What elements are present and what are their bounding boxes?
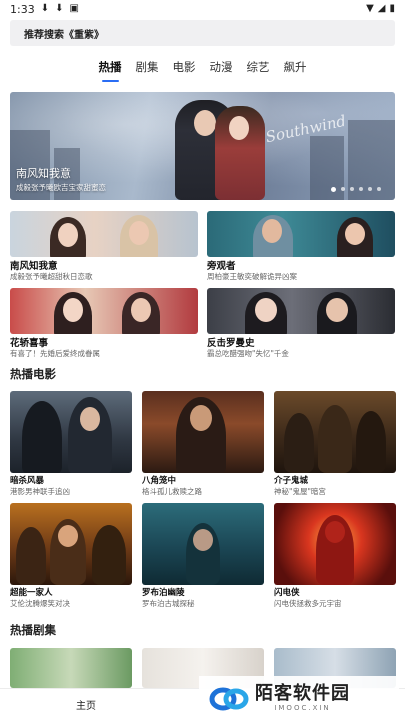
category-tabs: 热播 剧集 电影 动漫 综艺 飙升: [0, 58, 405, 82]
carousel-dots: [331, 187, 381, 192]
featured-desc: 成毅张予曦超甜秋日恋歌: [10, 272, 93, 281]
nav-home[interactable]: 主页: [76, 697, 96, 712]
search-placeholder: 推荐搜索《重紫》: [24, 29, 104, 41]
watermark-brand: 陌客软件园: [255, 683, 350, 704]
banner-subtitle: 成毅张予曦欧吉宝家甜蜜恋: [16, 183, 106, 192]
movie-title: 罗布泊幽陵: [142, 588, 185, 598]
featured-row: 花轿喜事 有喜了！先婚后爱终成眷属 反击罗曼史 霸总吃醋强吻"失忆"千金: [10, 288, 395, 359]
featured-thumbnail: [207, 288, 395, 334]
series-card[interactable]: [10, 648, 132, 688]
download-icon: ⬇: [55, 3, 64, 14]
movie-title: 介子鬼城: [274, 476, 309, 486]
tab-anime[interactable]: 动漫: [203, 58, 240, 82]
movie-desc: 港影男神联手追凶: [10, 487, 70, 496]
featured-card[interactable]: 南风知我意 成毅张予曦超甜秋日恋歌: [10, 211, 198, 282]
movie-title: 暗杀风暴: [10, 476, 45, 486]
movie-desc: 神秘"鬼屋"暗宫: [274, 487, 326, 496]
movie-desc: 艾伦沈腾爆笑对决: [10, 599, 70, 608]
movie-card[interactable]: 暗杀风暴 港影男神联手追凶: [10, 391, 132, 497]
download-icon: ⬇: [40, 3, 50, 14]
tab-variety[interactable]: 综艺: [240, 58, 277, 82]
status-time: 1:33: [10, 2, 35, 16]
tab-hot[interactable]: 热播: [92, 58, 129, 82]
watermark-domain: IMOOC.XIN: [274, 704, 331, 712]
hero-banner[interactable]: Southwind 南风知我意 成毅张予曦欧吉宝家甜蜜恋: [10, 92, 395, 200]
tab-rising[interactable]: 飙升: [277, 58, 314, 82]
watermark-logo-icon: [209, 684, 249, 712]
movie-desc: 闪电侠拯救多元宇宙: [274, 599, 342, 608]
movie-poster: [142, 503, 264, 585]
watermark: 陌客软件园 IMOOC.XIN: [199, 676, 399, 720]
movie-title: 超能一家人: [10, 588, 53, 598]
movie-card[interactable]: 闪电侠 闪电侠拯救多元宇宙: [274, 503, 396, 609]
wifi-icon: ▼: [366, 3, 374, 14]
carousel-dot[interactable]: [377, 187, 381, 191]
movie-card[interactable]: 罗布泊幽陵 罗布泊古城探秘: [142, 503, 264, 609]
featured-title: 花轿喜事: [10, 338, 49, 349]
movie-card[interactable]: 介子鬼城 神秘"鬼屋"暗宫: [274, 391, 396, 497]
movie-row: 超能一家人 艾伦沈腾爆笑对决 罗布泊幽陵 罗布泊古城探秘 闪电侠 闪电侠拯救多元…: [10, 503, 396, 609]
movie-poster: [274, 391, 396, 473]
carousel-dot[interactable]: [341, 187, 345, 191]
tab-movies[interactable]: 电影: [166, 58, 203, 82]
movie-poster: [10, 391, 132, 473]
featured-card[interactable]: 旁观者 周柏豪王敏奕破解诡异凶案: [207, 211, 395, 282]
featured-desc: 霸总吃醋强吻"失忆"千金: [207, 349, 289, 358]
movie-poster: [10, 503, 132, 585]
signal-icon: ◢: [377, 3, 386, 14]
movie-poster: [274, 503, 396, 585]
banner-actress: [215, 106, 265, 200]
movie-title: 八角笼中: [142, 476, 177, 486]
featured-card[interactable]: 花轿喜事 有喜了！先婚后爱终成眷属: [10, 288, 198, 359]
featured-thumbnail: [207, 211, 395, 257]
movie-title: 闪电侠: [274, 588, 300, 598]
featured-thumbnail: [10, 211, 198, 257]
series-poster: [10, 648, 132, 688]
movie-poster: [142, 391, 264, 473]
carousel-dot[interactable]: [368, 187, 372, 191]
carousel-dot[interactable]: [331, 187, 336, 192]
featured-title: 旁观者: [207, 261, 236, 272]
section-title-movies: 热播电影: [10, 367, 56, 381]
featured-row: 南风知我意 成毅张予曦超甜秋日恋歌 旁观者 周柏豪王敏奕破解诡异凶案: [10, 211, 395, 282]
section-title-series: 热播剧集: [10, 623, 56, 637]
tab-series[interactable]: 剧集: [129, 58, 166, 82]
movie-desc: 罗布泊古城探秘: [142, 599, 195, 608]
movie-card[interactable]: 八角笼中 格斗孤儿救赎之路: [142, 391, 264, 497]
banner-title: 南风知我意: [16, 167, 71, 180]
movie-row: 暗杀风暴 港影男神联手追凶 八角笼中 格斗孤儿救赎之路 介子鬼城 神秘"鬼屋"暗…: [10, 391, 396, 497]
carousel-dot[interactable]: [350, 187, 354, 191]
featured-desc: 有喜了！先婚后爱终成眷属: [10, 349, 100, 358]
featured-title: 南风知我意: [10, 261, 58, 272]
movie-desc: 格斗孤儿救赎之路: [142, 487, 202, 496]
featured-thumbnail: [10, 288, 198, 334]
featured-desc: 周柏豪王敏奕破解诡异凶案: [207, 272, 297, 281]
battery-icon: ▮: [389, 3, 395, 14]
carousel-dot[interactable]: [359, 187, 363, 191]
featured-title: 反击罗曼史: [207, 338, 255, 349]
search-input[interactable]: 推荐搜索《重紫》: [10, 20, 395, 46]
status-bar: 1:33 ⬇ ⬇ ▣ ▼ ◢ ▮: [0, 0, 405, 18]
photo-icon: ▣: [69, 3, 79, 14]
featured-card[interactable]: 反击罗曼史 霸总吃醋强吻"失忆"千金: [207, 288, 395, 359]
movie-card[interactable]: 超能一家人 艾伦沈腾爆笑对决: [10, 503, 132, 609]
